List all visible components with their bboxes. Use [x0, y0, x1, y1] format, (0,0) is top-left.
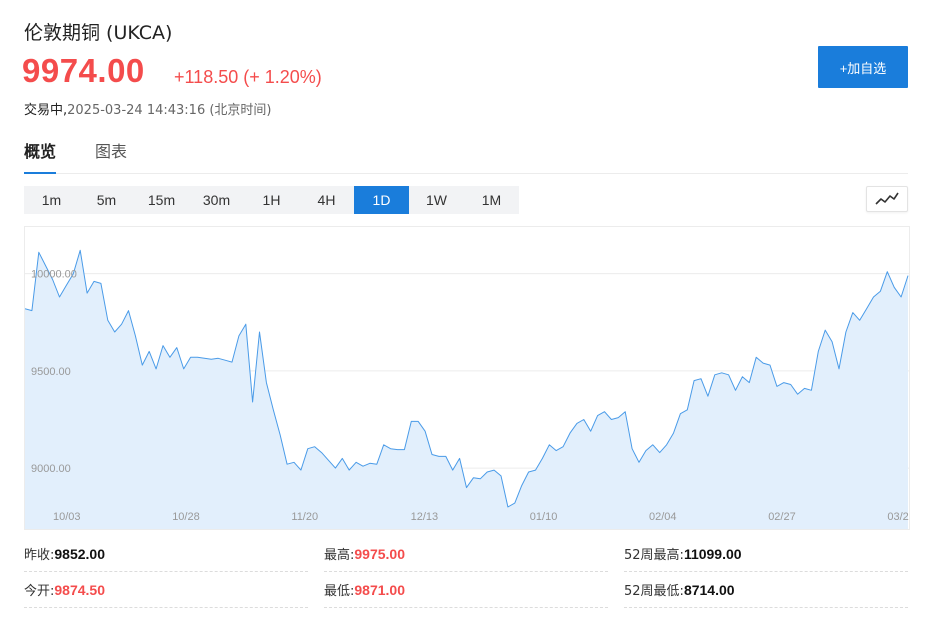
y-tick-label: 9500.00: [31, 366, 71, 378]
period-1m[interactable]: 1m: [24, 186, 79, 214]
price-change: +118.50 (+ 1.20%): [174, 67, 322, 87]
x-tick-label: 01/10: [530, 511, 558, 523]
period-1h[interactable]: 1H: [244, 186, 299, 214]
tab-overview[interactable]: 概览: [24, 142, 57, 174]
stats-row: 昨收: 9852.00 最高: 9975.00 52周最高: 11099.00: [24, 536, 908, 572]
status-label: 交易中,: [24, 103, 68, 118]
x-tick-label: 12/13: [411, 511, 439, 523]
stat-low: 最低: 9871.00: [324, 572, 608, 608]
stats-row: 今开: 9874.50 最低: 9871.00 52周最低: 8714.00: [24, 572, 908, 608]
stat-label: 昨收:: [24, 548, 55, 563]
stat-label: 最高:: [324, 548, 355, 563]
y-tick-label: 10000.00: [31, 269, 77, 281]
stat-52w-low: 52周最低: 8714.00: [624, 572, 908, 608]
stat-value: 8714.00: [683, 581, 735, 598]
stat-value: 9874.50: [54, 581, 105, 598]
trading-status: 交易中,2025-03-24 14:43:16 (北京时间): [24, 99, 272, 118]
status-time: 2025-03-24 14:43:16 (北京时间): [67, 103, 272, 118]
stat-52w-high: 52周最高: 11099.00: [624, 536, 908, 572]
period-4h[interactable]: 4H: [299, 186, 354, 214]
stat-label: 今开:: [24, 584, 55, 599]
x-tick-label: 10/28: [172, 511, 200, 523]
period-5m[interactable]: 5m: [79, 186, 134, 214]
stat-label: 最低:: [324, 584, 355, 599]
period-1d[interactable]: 1D: [354, 186, 409, 214]
y-tick-label: 9000.00: [31, 463, 71, 475]
stat-open: 今开: 9874.50: [24, 572, 308, 608]
last-price: 9974.00: [22, 52, 145, 89]
period-1mo[interactable]: 1M: [464, 186, 519, 214]
stat-value: 11099.00: [683, 545, 742, 562]
stat-label: 52周最高:: [624, 548, 684, 563]
tab-chart[interactable]: 图表: [95, 142, 127, 174]
period-selector: 1m 5m 15m 30m 1H 4H 1D 1W 1M: [24, 186, 519, 214]
stat-high: 最高: 9975.00: [324, 536, 608, 572]
stat-label: 52周最低:: [624, 584, 684, 599]
x-tick-label: 11/20: [291, 511, 318, 523]
line-chart-icon: [875, 192, 899, 205]
period-1w[interactable]: 1W: [409, 186, 464, 214]
x-tick-label: 02/04: [649, 511, 677, 523]
x-tick-label: 02/27: [768, 511, 796, 523]
stat-prev-close: 昨收: 9852.00: [24, 536, 308, 572]
price-chart-svg: 10000.00 9500.00 9000.00 10/03 10/28 11/20 12/…: [25, 249, 909, 529]
add-to-watchlist-button[interactable]: +加自选: [818, 46, 908, 88]
stat-value: 9852.00: [54, 545, 105, 562]
stat-value: 9871.00: [354, 581, 405, 598]
stat-value: 9975.00: [354, 545, 405, 562]
tab-bar: 概览 图表: [24, 142, 908, 174]
instrument-title: 伦敦期铜 (UKCA): [24, 22, 173, 44]
x-tick-label: 10/03: [53, 511, 81, 523]
chart-type-button[interactable]: [866, 186, 908, 212]
x-tick-label: 03/2: [887, 511, 908, 523]
price-chart[interactable]: 10000.00 9500.00 9000.00 10/03 10/28 11/20 12/…: [24, 226, 910, 530]
period-30m[interactable]: 30m: [189, 186, 244, 214]
period-15m[interactable]: 15m: [134, 186, 189, 214]
